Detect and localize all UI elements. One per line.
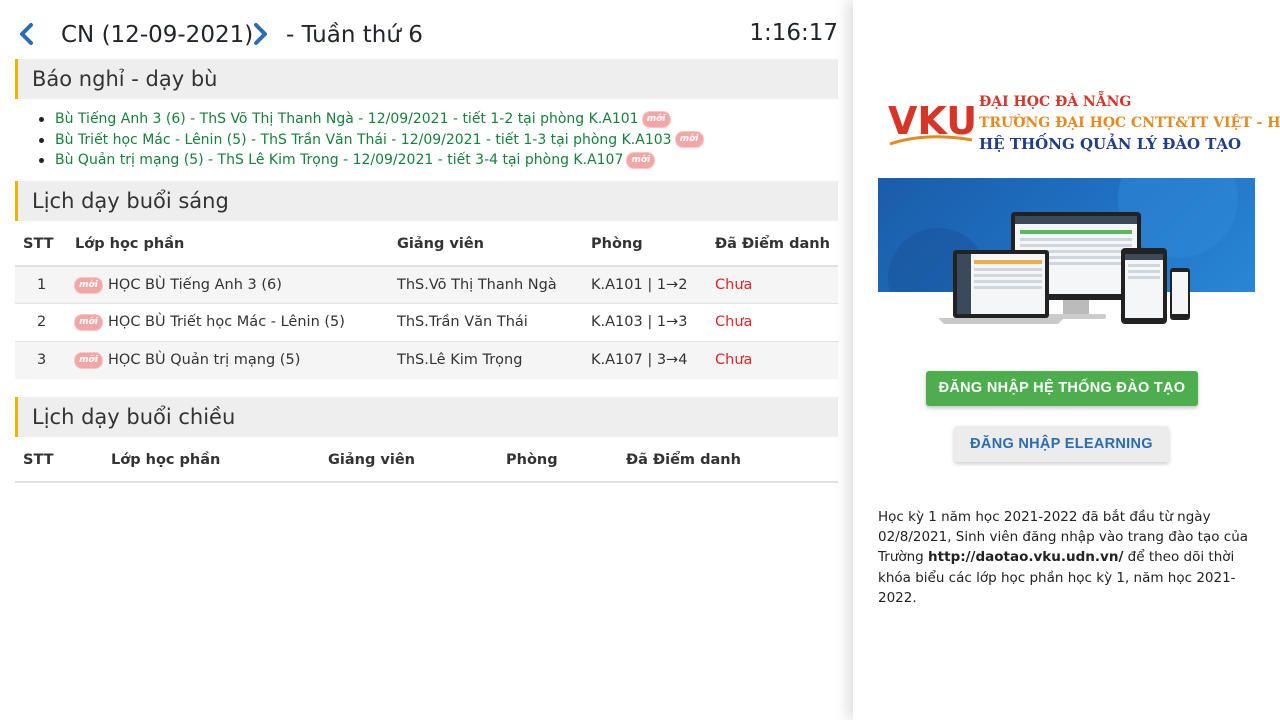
table-row: 3 mới HỌC BÙ Quản trị mạng (5) ThS.Lê Kim…	[15, 340, 838, 379]
new-badge-icon: mới	[627, 152, 655, 168]
semester-info: Học kỳ 1 năm học 2021-2022 đã bắt đầu từ…	[878, 507, 1263, 608]
new-badge-icon: mới	[75, 277, 102, 293]
clock: 1:16:17	[749, 20, 838, 46]
new-badge-icon: mới	[642, 111, 670, 127]
info-link[interactable]: http://daotao.vku.udn.vn/	[928, 549, 1123, 565]
column-header: Đã Điểm danh	[626, 438, 838, 483]
week-label: - Tuần thứ 6	[286, 22, 423, 48]
section-afternoon: Lịch dạy buổi chiều	[15, 397, 838, 437]
section-morning: Lịch dạy buổi sáng	[15, 181, 838, 221]
section-title: Báo nghỉ - dạy bù	[32, 67, 218, 91]
notice-link[interactable]: Bù Quản trị mạng (5) - ThS Lê Kim Trọng …	[55, 152, 623, 168]
vku-logo: VKU	[886, 92, 977, 152]
column-header: STT	[15, 222, 75, 267]
schedule-panel: CN (12-09-2021) - Tuần thứ 6 1:16:17 Báo…	[0, 0, 853, 720]
row-teacher: ThS.Trần Văn Thái	[397, 303, 591, 341]
new-badge-icon: mới	[75, 352, 102, 368]
course-name: HỌC BÙ Triết học Mác - Lênin (5)	[108, 314, 345, 331]
notice-link[interactable]: Bù Tiếng Anh 3 (6) - ThS Võ Thị Thanh Ng…	[55, 111, 639, 127]
table-row: 2 mới HỌC BÙ Triết học Mác - Lênin (5) Th…	[15, 303, 838, 341]
login-training-button[interactable]: ĐĂNG NHẬP HỆ THỐNG ĐÀO TẠO	[926, 371, 1198, 406]
new-badge-icon: mới	[675, 132, 703, 147]
chevron-right-icon[interactable]	[252, 22, 272, 46]
row-course: mới HỌC BÙ Tiếng Anh 3 (6)	[75, 265, 397, 304]
list-item: Bù Triết học Mác - Lênin (5) - ThS Trần …	[36, 130, 836, 151]
row-status: Chưa	[715, 265, 838, 304]
row-teacher: ThS.Võ Thị Thanh Ngà	[397, 265, 591, 304]
logo-line-university: ĐẠI HỌC ĐÀ NẴNG	[979, 94, 1132, 110]
morning-table: STT Lớp học phần Giảng viên Phòng Đã Điể…	[15, 222, 838, 379]
section-title: Lịch dạy buổi sáng	[32, 189, 229, 213]
row-stt: 1	[15, 265, 75, 304]
date-header: CN (12-09-2021) - Tuần thứ 6 1:16:17	[15, 18, 838, 54]
table-row: 1 mới HỌC BÙ Tiếng Anh 3 (6) ThS.Võ Thị T…	[15, 265, 838, 304]
column-header: Đã Điểm danh	[715, 222, 838, 267]
course-name: HỌC BÙ Quản trị mạng (5)	[108, 352, 301, 368]
login-elearning-button[interactable]: ĐĂNG NHẬP ELEARNING	[954, 426, 1169, 462]
row-course: mới HỌC BÙ Triết học Mác - Lênin (5)	[75, 303, 397, 341]
section-title: Lịch dạy buổi chiều	[32, 405, 236, 429]
chevron-left-icon[interactable]	[17, 22, 37, 46]
logo-mark: VKU	[888, 99, 976, 143]
course-name: HỌC BÙ Tiếng Anh 3 (6)	[108, 277, 282, 293]
column-header: Giảng viên	[397, 222, 591, 267]
row-room: K.A107 | 3→4	[591, 340, 715, 379]
notice-link[interactable]: Bù Triết học Mác - Lênin (5) - ThS Trần …	[55, 132, 672, 148]
row-course: mới HỌC BÙ Quản trị mạng (5)	[75, 340, 397, 379]
column-header: Phòng	[506, 438, 626, 483]
new-badge-icon: mới	[75, 314, 102, 330]
column-header: Lớp học phần	[111, 438, 328, 483]
row-stt: 2	[15, 303, 75, 341]
list-item: Bù Tiếng Anh 3 (6) - ThS Võ Thị Thanh Ng…	[36, 109, 836, 130]
row-teacher: ThS.Lê Kim Trọng	[397, 340, 591, 379]
column-header: Giảng viên	[328, 438, 506, 483]
column-header: Lớp học phần	[75, 222, 397, 267]
login-sidebar: VKU ĐẠI HỌC ĐÀ NẴNG TRƯỜNG ĐẠI HỌC CNTT&…	[853, 0, 1280, 720]
table-header-row: STT Lớp học phần Giảng viên Phòng Đã Điể…	[15, 438, 838, 483]
logo-line-school: TRƯỜNG ĐẠI HỌC CNTT&TT VIỆT - HÀN	[979, 115, 1280, 131]
row-stt: 3	[15, 340, 75, 379]
column-header: Phòng	[591, 222, 715, 267]
notice-list: Bù Tiếng Anh 3 (6) - ThS Võ Thị Thanh Ng…	[36, 109, 836, 171]
row-room: K.A101 | 1→2	[591, 265, 715, 304]
logo-line-system: HỆ THỐNG QUẢN LÝ ĐÀO TẠO	[979, 135, 1242, 153]
current-date: CN (12-09-2021)	[61, 22, 254, 48]
row-room: K.A103 | 1→3	[591, 303, 715, 341]
table-header-row: STT Lớp học phần Giảng viên Phòng Đã Điể…	[15, 222, 838, 267]
devices-icon	[938, 212, 1190, 324]
logo-text: ĐẠI HỌC ĐÀ NẴNG TRƯỜNG ĐẠI HỌC CNTT&TT V…	[979, 92, 1280, 155]
list-item: Bù Quản trị mạng (5) - ThS Lê Kim Trọng …	[36, 150, 836, 171]
column-header: STT	[15, 438, 111, 483]
afternoon-table: STT Lớp học phần Giảng viên Phòng Đã Điể…	[15, 438, 838, 483]
row-status: Chưa	[715, 340, 838, 379]
row-status: Chưa	[715, 303, 838, 341]
section-notices: Báo nghỉ - dạy bù	[15, 59, 838, 99]
